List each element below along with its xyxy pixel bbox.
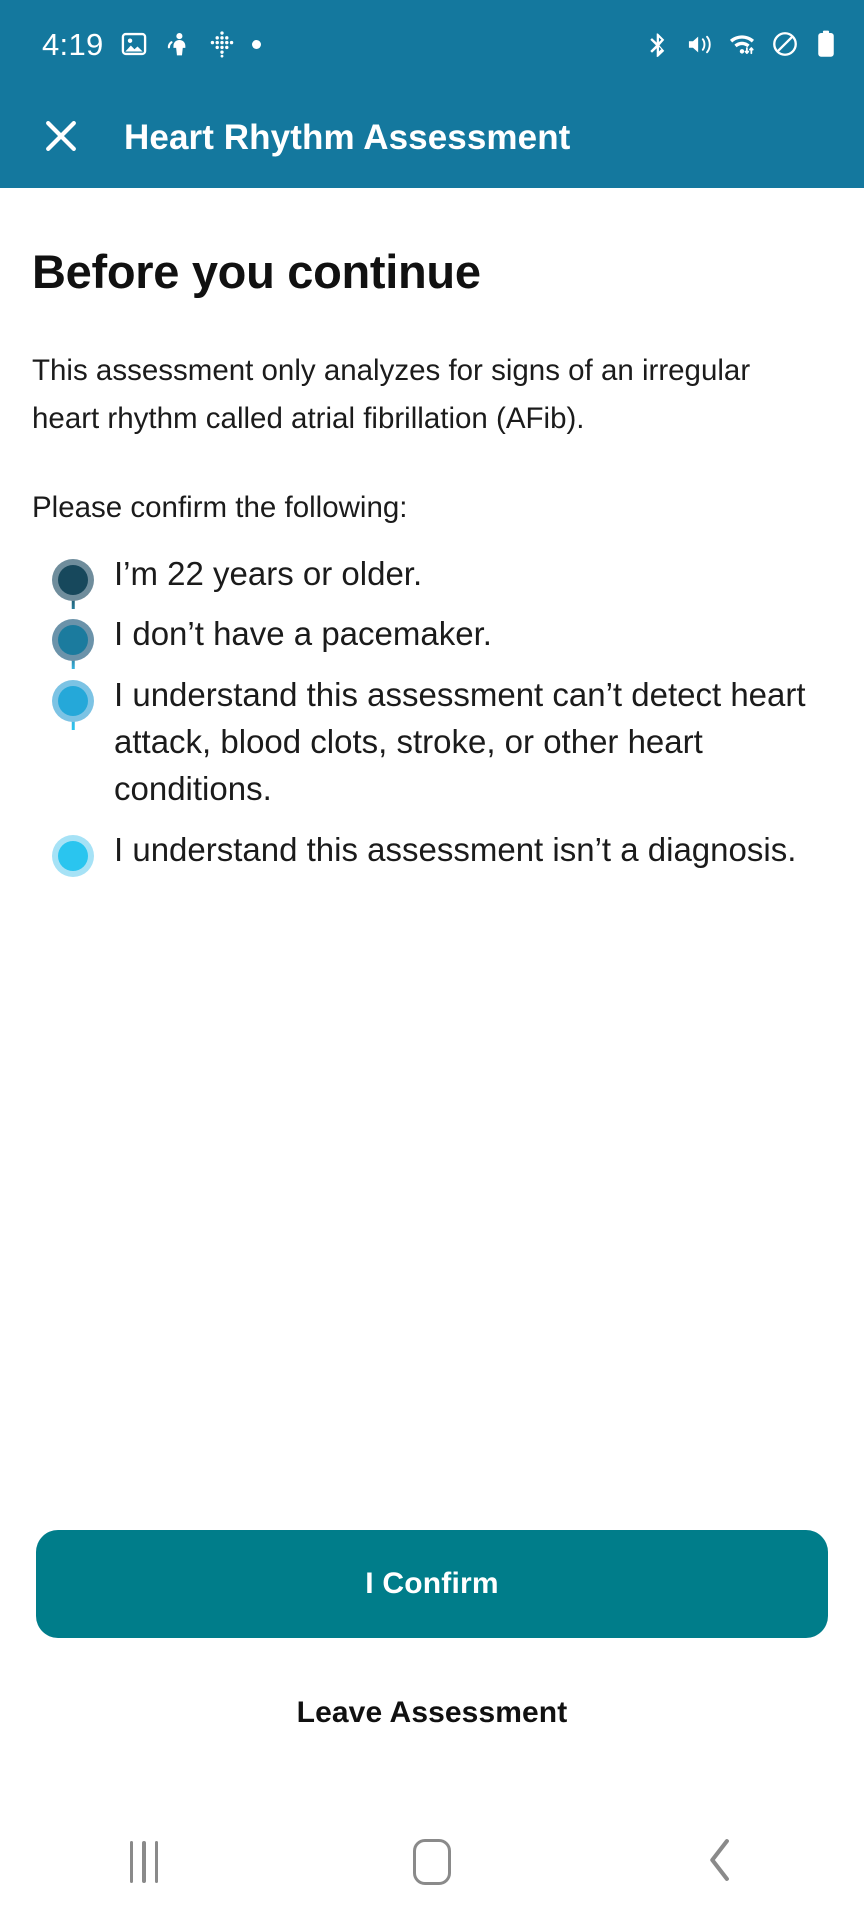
phone-screen: 4:19 Heart Rhythm Assessment Before you …	[0, 0, 864, 1920]
checklist-item-label: I don’t have a pacemaker.	[114, 615, 492, 653]
checklist-item-label: I understand this assessment isn’t a dia…	[114, 830, 797, 868]
checklist-item-label: I’m 22 years or older.	[114, 554, 423, 592]
checklist-bullet-icon	[52, 619, 94, 662]
status-bar-clock: 4:19	[42, 26, 104, 62]
confirmation-checklist: I’m 22 years or older. I don’t have a pa…	[32, 551, 832, 888]
recents-icon	[129, 1841, 159, 1883]
page-title: Before you continue	[32, 245, 481, 298]
close-icon	[39, 114, 83, 163]
do-not-disturb-icon	[771, 30, 799, 58]
battery-icon	[814, 30, 838, 58]
timeline-marker	[32, 611, 114, 670]
home-icon	[413, 1839, 451, 1885]
back-icon	[699, 1836, 741, 1889]
list-item: I don’t have a pacemaker.	[32, 611, 832, 672]
system-nav-bar	[0, 1804, 864, 1920]
action-area: I Confirm Leave Assessment	[0, 1530, 864, 1744]
status-bar-right	[644, 30, 838, 58]
list-item: I understand this assessment can’t detec…	[32, 672, 832, 827]
image-icon	[120, 30, 148, 58]
nav-recents-button[interactable]	[69, 1814, 219, 1910]
app-bar-title: Heart Rhythm Assessment	[124, 118, 571, 157]
checklist-bullet-icon	[52, 558, 94, 601]
status-bar-left: 4:19	[42, 29, 261, 60]
bluetooth-icon	[644, 31, 671, 58]
checklist-bullet-icon	[52, 834, 94, 877]
small-dot-icon	[251, 39, 261, 49]
timeline-marker	[32, 827, 114, 877]
status-bar: 4:19	[0, 0, 864, 88]
intro-paragraph: This assessment only analyzes for signs …	[32, 354, 751, 435]
close-button[interactable]	[30, 107, 92, 169]
main-content: Before you continue This assessment only…	[0, 188, 864, 1530]
confirm-button[interactable]: I Confirm	[36, 1530, 828, 1638]
wifi-data-icon	[728, 30, 756, 58]
checklist-bullet-icon	[52, 680, 94, 723]
app-bar: Heart Rhythm Assessment	[0, 88, 864, 188]
nav-home-button[interactable]	[357, 1814, 507, 1910]
timeline-marker	[32, 551, 114, 609]
person-alert-icon	[164, 30, 192, 58]
timeline-marker	[32, 672, 114, 731]
dots-grid-icon	[208, 30, 236, 58]
checklist-item-label: I understand this assessment can’t detec…	[114, 676, 806, 807]
list-item: I understand this assessment isn’t a dia…	[32, 827, 832, 888]
nav-back-button[interactable]	[645, 1814, 795, 1910]
volume-mute-vibrate-icon	[686, 31, 713, 58]
confirm-lead-text: Please confirm the following:	[32, 490, 408, 524]
leave-assessment-button[interactable]: Leave Assessment	[36, 1682, 828, 1744]
list-item: I’m 22 years or older.	[32, 551, 832, 612]
